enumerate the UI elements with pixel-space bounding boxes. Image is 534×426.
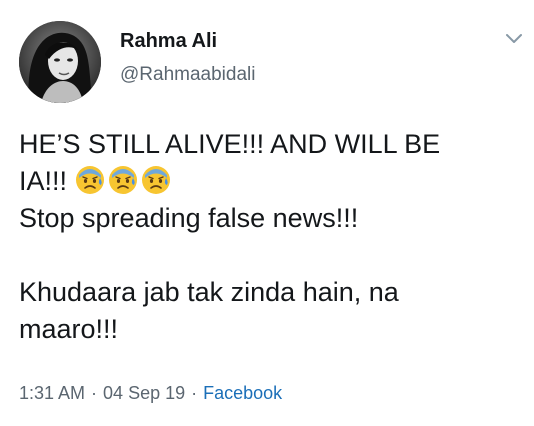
- chevron-down-icon[interactable]: [505, 32, 523, 46]
- anxious-face-with-sweat-icon: [109, 166, 138, 194]
- tweet-card: Rahma Ali @Rahmaabidali HE’S STILL ALIVE…: [0, 0, 534, 426]
- tweet-date[interactable]: 04 Sep 19: [103, 383, 185, 403]
- meta-separator: ·: [191, 383, 198, 403]
- tweet-line-with-emoji: IA!!!: [19, 163, 524, 200]
- tweet-line: Stop spreading false news!!!: [19, 203, 359, 233]
- author-display-name[interactable]: Rahma Ali: [120, 30, 217, 53]
- tweet-line: maaro!!!: [19, 314, 119, 344]
- emoji-group: [75, 165, 171, 195]
- tweet-meta: 1:31 AM · 04 Sep 19 · Facebook: [19, 383, 282, 404]
- anxious-face-with-sweat-icon: [142, 166, 171, 194]
- tweet-source-link[interactable]: Facebook: [203, 383, 282, 403]
- tweet-line: IA!!!: [19, 166, 68, 196]
- anxious-face-with-sweat-icon: [76, 166, 105, 194]
- avatar[interactable]: [19, 21, 101, 103]
- meta-separator: ·: [91, 383, 98, 403]
- author-handle[interactable]: @Rahmaabidali: [120, 64, 255, 86]
- tweet-time[interactable]: 1:31 AM: [19, 383, 85, 403]
- tweet-line: Khudaara jab tak zinda hain, na: [19, 277, 399, 307]
- tweet-line: HE’S STILL ALIVE!!! AND WILL BE: [19, 129, 441, 159]
- tweet-text: HE’S STILL ALIVE!!! AND WILL BE IA!!! St…: [19, 126, 524, 348]
